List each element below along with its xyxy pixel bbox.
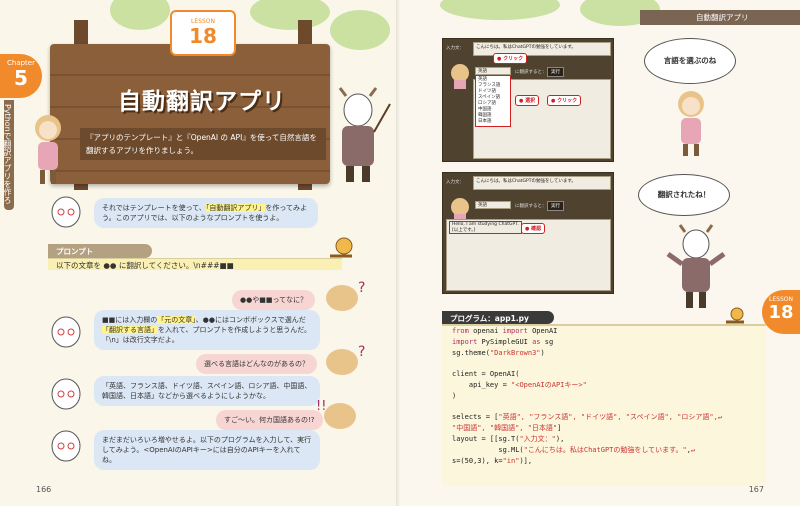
translate-label: に翻訳すると： bbox=[515, 70, 547, 75]
snail-icon bbox=[726, 307, 744, 324]
goat-avatar-icon bbox=[51, 316, 81, 348]
speech-bubble-girl: すご〜い。何カ国語あるの!? bbox=[216, 410, 323, 430]
bubble-text: 、●●にはコンボボックスで選んだ bbox=[195, 316, 306, 324]
code-line: layout = [[sg.T("入力文："), bbox=[452, 434, 565, 443]
highlight-text: 「元の文章」 bbox=[157, 316, 196, 324]
girl-character-icon bbox=[35, 115, 61, 184]
callout-text: 確認 bbox=[531, 226, 542, 232]
girl-avatar-icon: ? bbox=[326, 344, 365, 375]
left-page: Chapter 5 Pythonで翻訳アプリを作ろう LESSON 18 自動翻… bbox=[0, 0, 400, 506]
right-page: 自動翻訳アプリ 入力文： こんにちは。私はChatGPTの勉強をしています。 英… bbox=[400, 0, 800, 506]
code-line: s=(50,3), k="in")], bbox=[452, 456, 533, 465]
result-line: [以上です。] bbox=[452, 228, 476, 233]
goat-professor-icon bbox=[338, 87, 391, 182]
language-select[interactable]: 英語 bbox=[475, 201, 511, 209]
snail-icon bbox=[330, 237, 353, 258]
app-screenshot-select: 入力文： こんにちは。私はChatGPTの勉強をしています。 英語 に翻訳すると… bbox=[442, 38, 614, 162]
speech-bubble-girl: 選べる言語はどんなのがあるの？ bbox=[196, 354, 317, 374]
code-line bbox=[452, 402, 756, 413]
callout-text: クリック bbox=[503, 56, 524, 62]
lesson-number: 18 bbox=[189, 24, 217, 48]
translation-result: Hello, I am studying ChatGPT. [以上です。] bbox=[449, 221, 522, 234]
bubble-text: ■■には入力欄の bbox=[102, 316, 158, 324]
speech-bubble-girl: ●●や■■ってなに？ bbox=[232, 290, 316, 310]
callout-text: クリック bbox=[557, 98, 578, 104]
page-number: 166 bbox=[36, 485, 52, 494]
language-select[interactable]: 英語 bbox=[475, 67, 511, 75]
language-dropdown-list[interactable]: 英語 フランス語 ドイツ語 スペイン語 ロシア語 中国語 韓国語 日本語 bbox=[475, 75, 511, 127]
vertical-chapter-title: Pythonで翻訳アプリを作ろう bbox=[0, 100, 14, 210]
code-line: api_key = "<OpenAIのAPIキー>" bbox=[452, 380, 587, 389]
speech-bubble-goat: まだまだいろいろ増やせるよ。以下のプログラムを入力して、実行してみよう。<Ope… bbox=[94, 430, 320, 470]
thought-cloud: 言語を選ぶのね bbox=[644, 38, 736, 84]
girl-avatar-icon: ? bbox=[326, 280, 365, 311]
run-button[interactable]: 実行 bbox=[547, 67, 564, 77]
leaf-decoration bbox=[250, 0, 330, 30]
code-line: import PySimpleGUI as sg bbox=[452, 337, 554, 346]
svg-text:?: ? bbox=[358, 344, 365, 360]
callout-confirm: ● 確認 bbox=[521, 223, 546, 234]
girl-avatar-icon: !! bbox=[316, 399, 356, 429]
code-line: from openai import OpenAI bbox=[452, 327, 558, 335]
chapter-tab: Chapter 5 bbox=[0, 54, 42, 98]
page-title: 自動翻訳アプリ bbox=[118, 89, 286, 115]
code-line: sg.theme("DarkBrown3") bbox=[452, 348, 545, 357]
code-block: from openai import OpenAI import PySimpl… bbox=[442, 324, 766, 486]
chapter-number: 5 bbox=[14, 66, 28, 90]
prompt-label: プロンプト bbox=[48, 244, 152, 258]
goat-avatar-icon bbox=[51, 378, 81, 410]
lesson-number: 18 bbox=[768, 302, 794, 323]
bubble-text: それではテンプレートを使って、 bbox=[102, 204, 206, 212]
callout-select: ● 選択 bbox=[515, 95, 540, 106]
speech-bubble-goat: それではテンプレートを使って、「自動翻訳アプリ」を作ってみよう。このアプリでは、… bbox=[94, 198, 318, 228]
goat-avatar-icon bbox=[51, 430, 81, 462]
dropdown-option[interactable]: 日本語 bbox=[478, 119, 508, 125]
highlight-text: 「翻訳する言語」 bbox=[102, 326, 158, 334]
line-wrap-icon: ↵ bbox=[690, 445, 696, 454]
svg-text:?: ? bbox=[358, 280, 365, 296]
input-text-area[interactable]: こんにちは。私はChatGPTの勉強をしています。 bbox=[473, 176, 611, 190]
app-screenshot-result: 入力文： こんにちは。私はChatGPTの勉強をしています。 英語 に翻訳すると… bbox=[442, 172, 614, 294]
lesson-sign: LESSON 18 bbox=[170, 10, 236, 56]
code-line: selects = ["英語", "フランス語", "ドイツ語", "スペイン語… bbox=[452, 413, 723, 422]
page-subtitle: 『アプリのテンプレート』と『OpenAI の API』を使って自然言語を翻訳する… bbox=[80, 128, 326, 160]
running-header: 自動翻訳アプリ bbox=[640, 10, 800, 25]
goat-avatar-icon bbox=[51, 196, 81, 228]
speech-bubble-goat: ■■には入力欄の「元の文章」、●●にはコンボボックスで選んだ「翻訳する言語」を入… bbox=[94, 310, 320, 350]
callout-click: ● クリック bbox=[547, 95, 582, 106]
prompt-text: 以下の文章を ●● に翻訳してください。\n###■■ bbox=[48, 258, 342, 270]
run-button[interactable]: 実行 bbox=[547, 201, 564, 211]
code-line bbox=[452, 358, 756, 369]
code-line: ) bbox=[452, 391, 457, 400]
svg-text:!!: !! bbox=[316, 399, 326, 414]
callout-text: 選択 bbox=[525, 98, 536, 104]
line-wrap-icon: ↵ bbox=[717, 413, 723, 422]
goat-professor-icon bbox=[666, 224, 726, 308]
code-line: "中国語", "韓国語", "日本語"] bbox=[452, 424, 562, 433]
lesson-tab: LESSON 18 bbox=[762, 290, 800, 334]
page-number: 167 bbox=[748, 485, 764, 494]
highlight-text: 「自動翻訳アプリ」 bbox=[205, 204, 266, 212]
thought-cloud: 翻訳されたね！ bbox=[638, 174, 730, 216]
input-label: 入力文： bbox=[446, 180, 464, 185]
leaf-decoration bbox=[110, 0, 170, 30]
code-line: client = OpenAI( bbox=[452, 370, 520, 379]
code-label: プログラム：app1.py bbox=[442, 311, 554, 324]
leaf-decoration bbox=[330, 10, 390, 50]
code-line: sg.ML("こんにちは。私はChatGPTの勉強をしています。",↵ bbox=[452, 445, 696, 454]
input-label: 入力文： bbox=[446, 46, 464, 51]
girl-character-icon bbox=[451, 64, 469, 89]
translate-label: に翻訳すると： bbox=[515, 204, 547, 209]
girl-character-icon bbox=[678, 91, 704, 156]
callout-click: ● クリック bbox=[493, 53, 528, 64]
leaf-decoration bbox=[440, 0, 560, 20]
speech-bubble-goat: 「英語、フランス語、ドイツ語、スペイン語、ロシア語、中国語、韓国語、日本語」など… bbox=[94, 376, 320, 406]
